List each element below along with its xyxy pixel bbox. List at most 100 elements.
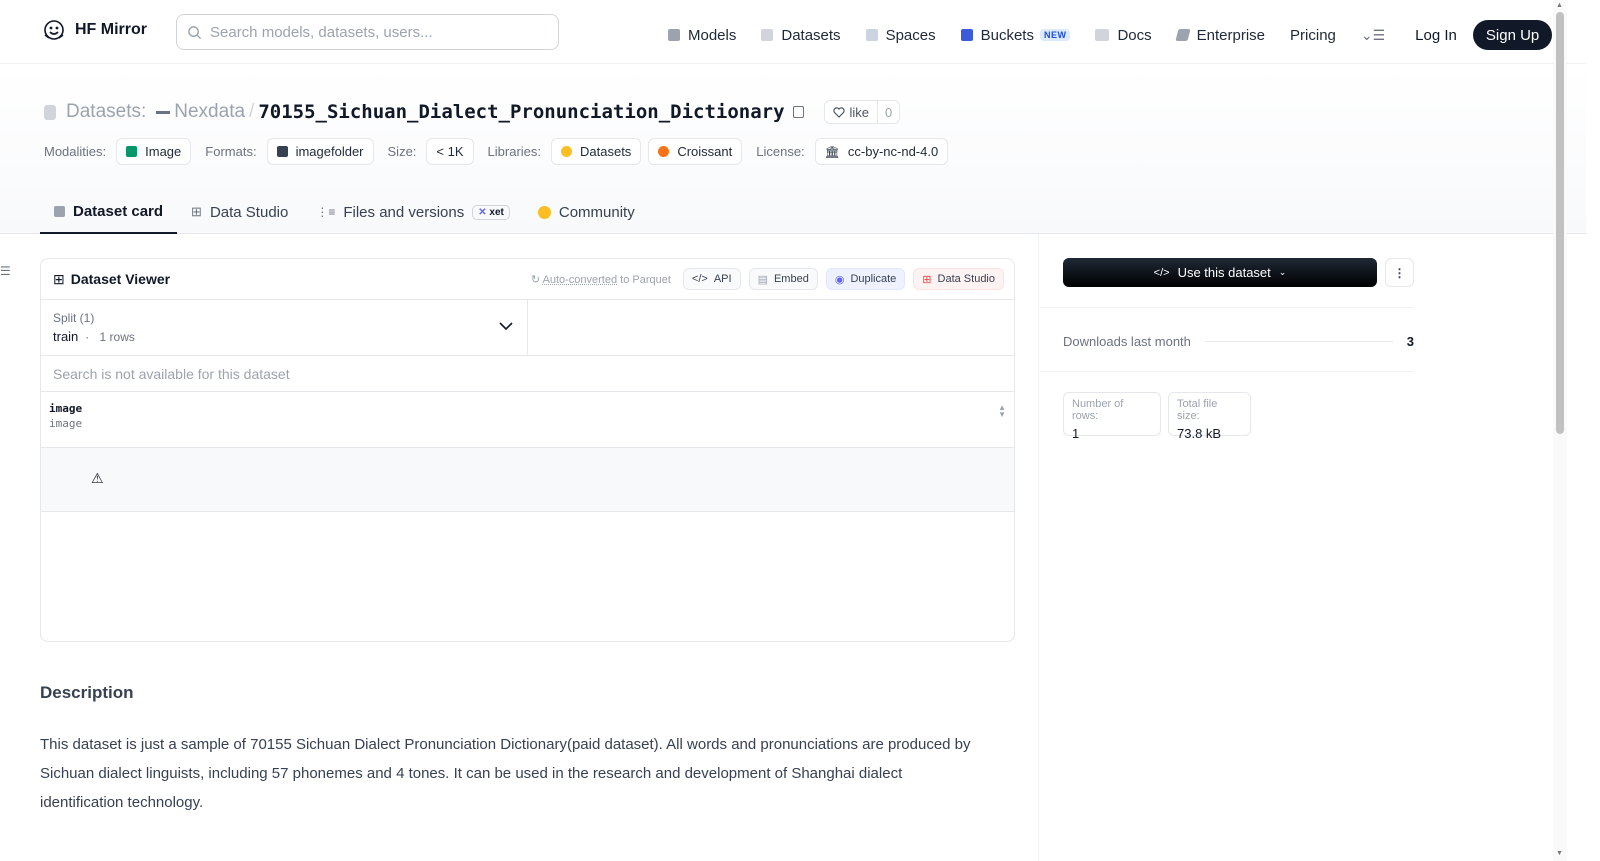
viewer-actions: ↻ Auto-converted to Parquet </> API ▤ Em… — [531, 268, 1004, 290]
nav-buckets[interactable]: Buckets NEW — [960, 23, 1071, 47]
top-navigation: HF Mirror Models Datasets Spaces Buckets… — [0, 0, 1586, 64]
tab-files-label: Files and versions — [343, 203, 465, 221]
embed-label: Embed — [773, 273, 809, 285]
nav-datasets[interactable]: Datasets — [761, 23, 841, 47]
search-icon — [188, 25, 202, 39]
like-label-wrap: like — [825, 101, 879, 123]
column-header-image[interactable]: image image ▲ ▼ — [41, 392, 1014, 448]
license-value: cc-by-nc-nd-4.0 — [847, 144, 939, 159]
use-dataset-label: Use this dataset — [1177, 265, 1271, 280]
api-button[interactable]: </> API — [682, 268, 741, 290]
to-parquet-text: to Parquet — [620, 273, 671, 286]
repo-tabs: Dataset card ⊞ Data Studio ⋮≡ Files and … — [40, 190, 649, 234]
data-studio-icon: ⊞ — [922, 273, 932, 286]
hf-logo-icon — [44, 20, 64, 40]
viewer-table-icon: ⊞ — [53, 270, 65, 287]
downloads-value: 3 — [1406, 333, 1414, 349]
embed-button[interactable]: ▤ Embed — [748, 268, 818, 290]
sort-icon[interactable]: ▲ ▼ — [998, 404, 1006, 419]
description-text: This dataset is just a sample of 70155 S… — [40, 736, 971, 811]
signup-button[interactable]: Sign Up — [1472, 20, 1553, 50]
copy-icon[interactable] — [792, 106, 804, 118]
description-heading: Description — [40, 683, 134, 702]
data-studio-label: Data Studio — [937, 273, 995, 285]
viewer-header: ⊞ Dataset Viewer ↻ Auto-converted to Par… — [41, 259, 1014, 300]
spaces-icon — [865, 29, 878, 41]
auto-converted-note[interactable]: ↻ Auto-converted to Parquet — [531, 273, 671, 286]
tab-community-label: Community — [558, 203, 635, 221]
duplicate-button[interactable]: ◉ Duplicate — [825, 268, 906, 290]
nav-pricing-label: Pricing — [1290, 26, 1336, 44]
like-count: 0 — [885, 104, 893, 120]
license-chip[interactable]: 🏛 cc-by-nc-nd-4.0 — [814, 138, 949, 165]
repo-org[interactable]: Nexdata — [174, 101, 245, 123]
repo-title: Datasets: Nexdata / 70155_Sichuan_Dialec… — [44, 100, 901, 124]
column-divider — [1038, 234, 1039, 861]
data-studio-button[interactable]: ⊞ Data Studio — [913, 268, 1004, 290]
dataset-viewer: ⊞ Dataset Viewer ↻ Auto-converted to Par… — [40, 258, 1015, 642]
formats-label: Formats: — [205, 144, 257, 159]
viewer-title: Dataset Viewer — [70, 271, 171, 287]
divider — [1040, 371, 1414, 372]
community-icon — [537, 205, 551, 219]
chevron-down-icon — [499, 322, 513, 331]
tab-data-studio-label: Data Studio — [209, 203, 289, 221]
size-chip[interactable]: < 1K — [426, 138, 474, 165]
nav-spaces[interactable]: Spaces — [865, 23, 936, 47]
modality-value: Image — [145, 144, 182, 159]
divider — [1040, 307, 1414, 308]
rows-stat: Number of rows: 1 — [1063, 392, 1161, 441]
auto-converted-link[interactable]: Auto-converted — [542, 274, 617, 286]
format-chip[interactable]: imagefolder — [266, 138, 374, 165]
xet-badge-label: xet — [489, 206, 504, 218]
login-link[interactable]: Log In — [1415, 27, 1457, 44]
modality-chip[interactable]: Image — [116, 138, 192, 165]
page-scrollbar[interactable]: ▲ ▼ — [1553, 0, 1567, 861]
library-datasets-chip[interactable]: Datasets — [551, 138, 642, 165]
repo-meta: Modalities: Image Formats: imagefolder S… — [44, 138, 962, 165]
size-stat: Total file size: 73.8 kB — [1168, 392, 1251, 441]
size-stat-label: Total file size: — [1177, 398, 1218, 422]
tab-community[interactable]: Community — [524, 190, 649, 234]
nav-pricing[interactable]: Pricing — [1290, 23, 1336, 47]
library-croissant-value: Croissant — [677, 144, 733, 159]
table-icon: ⊞ — [191, 204, 202, 219]
search-input[interactable] — [210, 23, 530, 41]
enterprise-icon — [1175, 29, 1191, 41]
split-dot: · — [81, 330, 96, 344]
tab-files[interactable]: ⋮≡ Files and versions ✕ xet — [302, 190, 524, 234]
heart-icon — [832, 106, 845, 118]
files-icon: ⋮≡ — [316, 205, 336, 219]
logo[interactable]: HF Mirror — [42, 18, 147, 42]
library-datasets-value: Datasets — [580, 144, 632, 159]
like-button[interactable]: like 0 — [823, 100, 901, 124]
scroll-up-icon[interactable]: ▲ — [1556, 2, 1563, 9]
repo-name[interactable]: 70155_Sichuan_Dialect_Pronunciation_Dict… — [258, 101, 784, 123]
nav-models-label: Models — [688, 26, 737, 44]
warning-icon: ⚠ — [91, 470, 104, 486]
image-icon — [126, 146, 138, 157]
nav-models[interactable]: Models — [668, 23, 736, 47]
libraries-label: Libraries: — [487, 144, 541, 159]
scroll-thumb[interactable] — [1556, 12, 1564, 434]
nav-enterprise[interactable]: Enterprise — [1175, 23, 1265, 47]
more-menu-icon[interactable]: ⌄☰ — [1361, 27, 1385, 44]
tab-data-studio[interactable]: ⊞ Data Studio — [177, 190, 302, 234]
nav-buckets-label: Buckets — [980, 26, 1034, 44]
models-icon — [668, 29, 680, 41]
more-options-button[interactable]: ⋮ — [1385, 258, 1414, 287]
table-row: ⚠ — [41, 448, 1014, 512]
title-separator: / — [249, 101, 255, 122]
nav-docs[interactable]: Docs — [1095, 23, 1152, 47]
scroll-down-icon[interactable]: ▼ — [1556, 850, 1563, 857]
split-selector[interactable]: Split (1) train · 1 rows — [41, 300, 528, 355]
library-croissant-chip[interactable]: Croissant — [648, 138, 743, 165]
global-search[interactable] — [176, 14, 559, 50]
tab-dataset-card[interactable]: Dataset card — [40, 190, 178, 234]
nav-links: Models Datasets Spaces Buckets NEW Docs … — [668, 20, 1553, 50]
sidebar-toggle-icon[interactable]: ☰ — [0, 264, 11, 278]
split-selector-row: Split (1) train · 1 rows — [41, 300, 1014, 356]
repo-kind[interactable]: Datasets: — [66, 101, 146, 123]
use-dataset-button[interactable]: </> Use this dataset ⌄ — [1063, 258, 1377, 287]
size-label: Size: — [387, 144, 417, 159]
